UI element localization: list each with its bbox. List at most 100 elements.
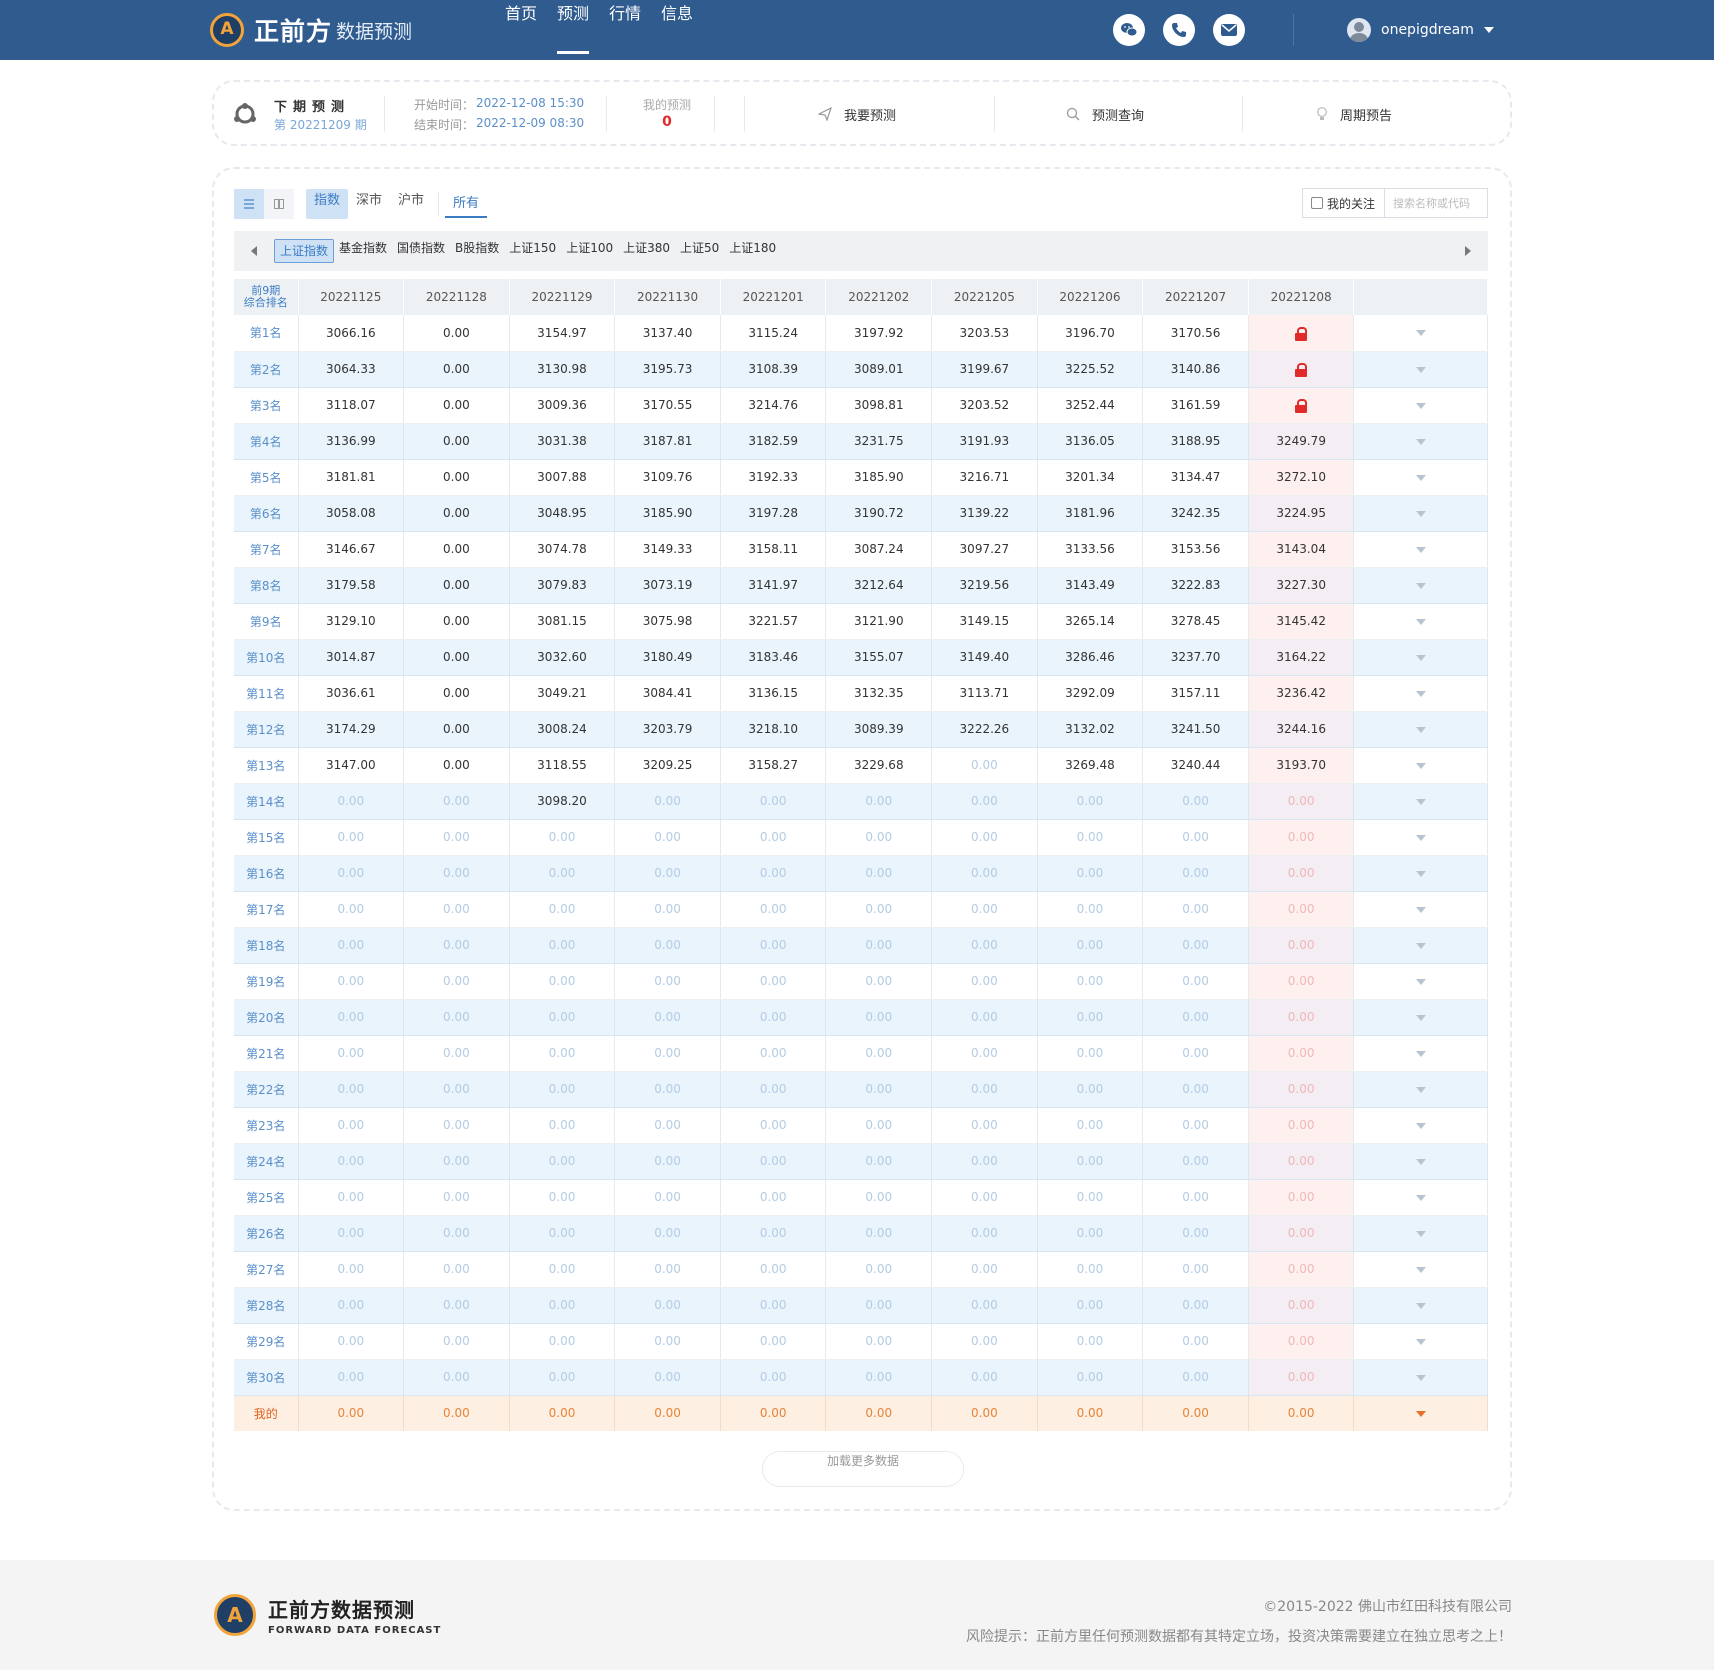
expand-cell[interactable] — [1353, 495, 1489, 532]
index-tab-item[interactable]: 上证指数 — [274, 239, 335, 263]
site-logo[interactable]: 正前方 数据预测 — [210, 13, 412, 47]
date-column-header[interactable]: 20221201 — [720, 279, 827, 315]
locked-cell[interactable] — [1248, 351, 1355, 388]
table-row[interactable]: 第11名 3036.61 0.00 3049.21 3084.41 3136.15 3132… — [234, 675, 1489, 712]
index-tab-item[interactable]: B股指数 — [450, 239, 504, 263]
expand-cell[interactable] — [1353, 675, 1489, 712]
expand-cell[interactable] — [1353, 423, 1489, 460]
chevron-down-icon[interactable] — [1415, 330, 1426, 337]
table-row[interactable]: 第1名 3066.16 0.00 3154.97 3137.40 3115.24 3197.… — [234, 315, 1489, 352]
date-column-header[interactable]: 20221205 — [931, 279, 1038, 315]
expand-cell[interactable] — [1353, 1179, 1489, 1216]
expand-cell[interactable] — [1353, 819, 1489, 856]
chevron-down-icon[interactable] — [1415, 1302, 1426, 1309]
expand-cell[interactable] — [1353, 783, 1489, 820]
chevron-down-icon[interactable] — [1415, 1158, 1426, 1165]
index-tab-item[interactable]: 上证50 — [675, 239, 724, 263]
tab-shanghai[interactable]: 沪市 — [390, 189, 432, 219]
chevron-down-icon[interactable] — [1415, 1014, 1426, 1021]
my-follow-filter[interactable]: 我的关注 — [1302, 188, 1384, 218]
chevron-down-icon[interactable] — [1415, 1374, 1426, 1381]
table-row[interactable]: 第23名 0.00 0.00 0.00 0.00 0.00 0.00 0.00 0.00 0.00… — [234, 1107, 1489, 1144]
chevron-down-icon[interactable] — [1415, 510, 1426, 517]
chevron-down-icon[interactable] — [1415, 798, 1426, 805]
locked-cell[interactable] — [1248, 387, 1355, 424]
expand-cell[interactable] — [1353, 1395, 1489, 1432]
table-row[interactable]: 第14名 0.00 0.00 3098.20 0.00 0.00 0.00 0.00 0.00 0… — [234, 783, 1489, 820]
table-row[interactable]: 第16名 0.00 0.00 0.00 0.00 0.00 0.00 0.00 0.00 0.00… — [234, 855, 1489, 892]
expand-cell[interactable] — [1353, 1143, 1489, 1180]
table-row[interactable]: 第15名 0.00 0.00 0.00 0.00 0.00 0.00 0.00 0.00 0.00… — [234, 819, 1489, 856]
table-row[interactable]: 第18名 0.00 0.00 0.00 0.00 0.00 0.00 0.00 0.00 0.00… — [234, 927, 1489, 964]
nav-predict[interactable]: 预测 — [557, 0, 590, 60]
chevron-down-icon[interactable] — [1415, 1338, 1426, 1345]
expand-cell[interactable] — [1353, 1107, 1489, 1144]
cycle-preview-button[interactable]: 周期预告 — [1316, 104, 1392, 124]
expand-cell[interactable] — [1353, 459, 1489, 496]
expand-cell[interactable] — [1353, 1251, 1489, 1288]
table-row[interactable]: 第21名 0.00 0.00 0.00 0.00 0.00 0.00 0.00 0.00 0.00… — [234, 1035, 1489, 1072]
table-row[interactable]: 第29名 0.00 0.00 0.00 0.00 0.00 0.00 0.00 0.00 0.00… — [234, 1323, 1489, 1360]
chevron-down-icon[interactable] — [1415, 1086, 1426, 1093]
chevron-down-icon[interactable] — [1415, 906, 1426, 913]
tab-all[interactable]: 所有 — [445, 190, 488, 218]
index-tab-item[interactable]: 上证180 — [724, 239, 781, 263]
chevron-down-icon[interactable] — [1415, 1050, 1426, 1057]
locked-cell[interactable] — [1248, 315, 1355, 352]
table-row[interactable]: 第28名 0.00 0.00 0.00 0.00 0.00 0.00 0.00 0.00 0.00… — [234, 1287, 1489, 1324]
user-menu[interactable]: onepigdream — [1347, 17, 1494, 43]
table-row[interactable]: 第13名 3147.00 0.00 3118.55 3209.25 3158.27 3229… — [234, 747, 1489, 784]
table-row[interactable]: 第2名 3064.33 0.00 3130.98 3195.73 3108.39 3089.… — [234, 351, 1489, 388]
date-column-header[interactable]: 20221202 — [825, 279, 933, 315]
expand-cell[interactable] — [1353, 927, 1489, 964]
expand-cell[interactable] — [1353, 1071, 1489, 1108]
expand-cell[interactable] — [1353, 351, 1489, 388]
date-column-header[interactable]: 20221125 — [298, 279, 405, 315]
table-row[interactable]: 第26名 0.00 0.00 0.00 0.00 0.00 0.00 0.00 0.00 0.00… — [234, 1215, 1489, 1252]
chevron-down-icon[interactable] — [1415, 762, 1426, 769]
index-tab-item[interactable]: 上证150 — [504, 239, 561, 263]
chevron-down-icon[interactable] — [1415, 942, 1426, 949]
chevron-down-icon[interactable] — [1415, 834, 1426, 841]
chevron-down-icon[interactable] — [1415, 618, 1426, 625]
index-tab-item[interactable]: 国债指数 — [392, 239, 450, 263]
load-more-button[interactable]: 加载更多数据 — [762, 1451, 964, 1487]
search-input[interactable]: 搜索名称或代码 — [1384, 188, 1488, 218]
chevron-down-icon[interactable] — [1415, 402, 1426, 409]
my-prediction-row[interactable]: 我的 0.00 0.00 0.00 0.00 0.00 0.00 0.00 0.00 0.00 0.… — [234, 1395, 1489, 1432]
nav-home[interactable]: 首页 — [505, 0, 537, 60]
expand-cell[interactable] — [1353, 387, 1489, 424]
table-row[interactable]: 第6名 3058.08 0.00 3048.95 3185.90 3197.28 3190.… — [234, 495, 1489, 532]
chevron-down-icon[interactable] — [1415, 1266, 1426, 1273]
chevron-down-icon[interactable] — [1415, 474, 1426, 481]
chevron-down-icon[interactable] — [1415, 870, 1426, 877]
date-column-header[interactable]: 20221207 — [1142, 279, 1249, 315]
wechat-icon[interactable] — [1113, 14, 1145, 46]
index-tab-item[interactable]: 上证100 — [561, 239, 618, 263]
table-row[interactable]: 第9名 3129.10 0.00 3081.15 3075.98 3221.57 3121.… — [234, 603, 1489, 640]
chevron-down-icon[interactable] — [1415, 366, 1426, 373]
tab-shenzhen[interactable]: 深市 — [348, 189, 390, 219]
list-view-icon[interactable] — [234, 189, 264, 219]
chevron-down-icon[interactable] — [1415, 654, 1426, 661]
table-row[interactable]: 第8名 3179.58 0.00 3079.83 3073.19 3141.97 3212.… — [234, 567, 1489, 604]
table-row[interactable]: 第27名 0.00 0.00 0.00 0.00 0.00 0.00 0.00 0.00 0.00… — [234, 1251, 1489, 1288]
chevron-down-icon[interactable] — [1415, 438, 1426, 445]
date-column-header[interactable]: 20221129 — [509, 279, 616, 315]
table-row[interactable]: 第3名 3118.07 0.00 3009.36 3170.55 3214.76 3098.… — [234, 387, 1489, 424]
table-row[interactable]: 第7名 3146.67 0.00 3074.78 3149.33 3158.11 3087.… — [234, 531, 1489, 568]
expand-cell[interactable] — [1353, 1035, 1489, 1072]
nav-info[interactable]: 信息 — [661, 0, 693, 60]
scroll-left-icon[interactable] — [251, 246, 257, 256]
expand-cell[interactable] — [1353, 1215, 1489, 1252]
tab-index[interactable]: 指数 — [306, 189, 349, 219]
table-row[interactable]: 第5名 3181.81 0.00 3007.88 3109.76 3192.33 3185.… — [234, 459, 1489, 496]
nav-market[interactable]: 行情 — [609, 0, 641, 60]
table-row[interactable]: 第12名 3174.29 0.00 3008.24 3203.79 3218.10 3089… — [234, 711, 1489, 748]
table-row[interactable]: 第25名 0.00 0.00 0.00 0.00 0.00 0.00 0.00 0.00 0.00… — [234, 1179, 1489, 1216]
expand-cell[interactable] — [1353, 711, 1489, 748]
table-row[interactable]: 第19名 0.00 0.00 0.00 0.00 0.00 0.00 0.00 0.00 0.00… — [234, 963, 1489, 1000]
chevron-down-icon[interactable] — [1415, 978, 1426, 985]
follow-checkbox[interactable] — [1311, 197, 1323, 209]
expand-cell[interactable] — [1353, 567, 1489, 604]
